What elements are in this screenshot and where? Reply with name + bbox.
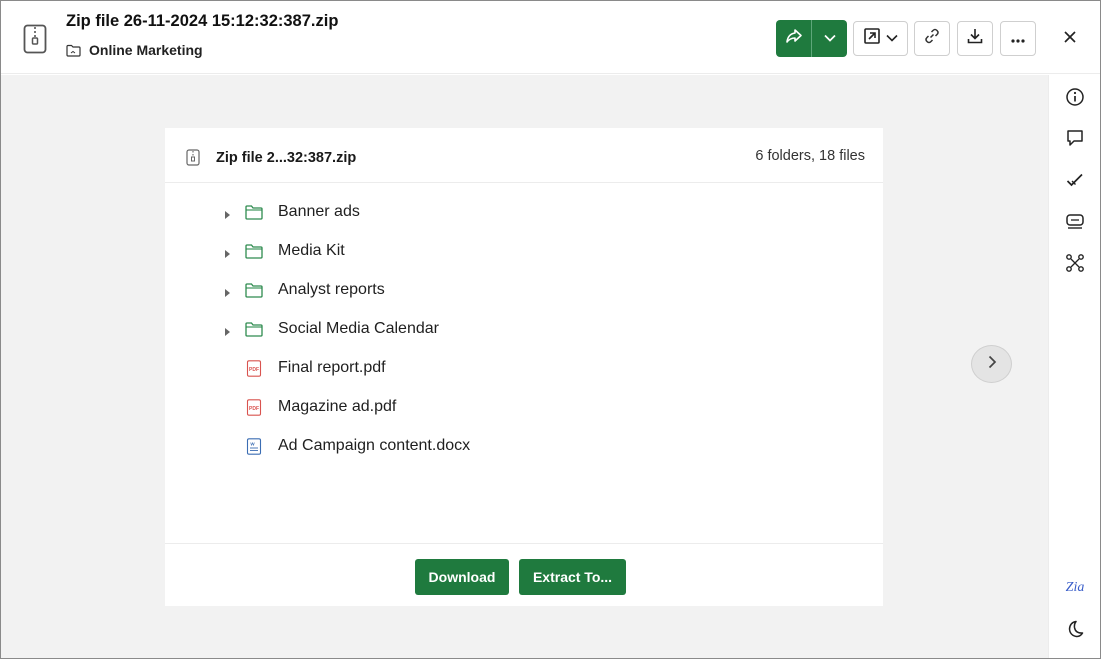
comments-button[interactable] <box>1065 128 1085 153</box>
folder-icon <box>245 204 263 221</box>
dark-mode-icon <box>1065 619 1085 644</box>
download-header-button[interactable] <box>957 21 993 56</box>
checkmark-icon <box>1065 170 1085 195</box>
share-button-group <box>776 20 847 57</box>
right-sidebar: Zia <box>1048 75 1100 658</box>
preview-area: Zip file 2...32:387.zip 6 folders, 18 fi… <box>1 75 1048 658</box>
dark-mode-toggle[interactable] <box>1065 619 1085 644</box>
comment-icon <box>1065 128 1085 153</box>
pdf-file-icon: PDF <box>245 360 263 377</box>
expand-caret-icon[interactable] <box>222 285 232 297</box>
folder-icon <box>245 282 263 299</box>
tree-item-label: Social Media Calendar <box>278 320 439 337</box>
link-icon <box>923 27 941 50</box>
workflow-icon <box>1065 253 1085 278</box>
folder-file-count: 6 folders, 18 files <box>755 148 865 164</box>
svg-text:PDF: PDF <box>249 367 259 373</box>
tree-item-label: Banner ads <box>278 203 360 220</box>
share-icon <box>785 28 803 49</box>
more-options-button[interactable] <box>1000 21 1036 56</box>
close-button[interactable] <box>1058 27 1082 51</box>
next-file-button[interactable] <box>971 345 1012 383</box>
tree-item-media-kit[interactable]: Media Kit <box>165 232 883 271</box>
extract-to-button[interactable]: Extract To... <box>519 559 626 595</box>
download-button[interactable]: Download <box>415 559 509 595</box>
tree-item-label: Media Kit <box>278 242 345 259</box>
tree-item-magazine-ad[interactable]: PDF Magazine ad.pdf <box>165 388 883 427</box>
zip-file-icon <box>23 24 47 54</box>
tasks-button[interactable] <box>1065 172 1085 192</box>
svg-text:PDF: PDF <box>249 406 259 412</box>
share-options-button[interactable] <box>812 20 847 57</box>
tree-item-label: Analyst reports <box>278 281 385 298</box>
tree-item-analyst-reports[interactable]: Analyst reports <box>165 271 883 310</box>
close-icon <box>1063 30 1077 49</box>
tree-item-label: Final report.pdf <box>278 359 386 376</box>
expand-caret-icon[interactable] <box>222 324 232 336</box>
card-header: Zip file 2...32:387.zip 6 folders, 18 fi… <box>165 128 883 183</box>
tag-icon <box>1065 211 1085 236</box>
zia-label: Zia <box>1066 580 1085 595</box>
tree-item-banner-ads[interactable]: Banner ads <box>165 193 883 232</box>
expand-caret-icon[interactable] <box>222 207 232 219</box>
expand-caret-icon[interactable] <box>222 246 232 258</box>
labels-button[interactable] <box>1065 213 1085 233</box>
breadcrumb[interactable]: Online Marketing <box>66 42 203 58</box>
zip-preview-card: Zip file 2...32:387.zip 6 folders, 18 fi… <box>165 128 883 606</box>
file-title: Zip file 26-11-2024 15:12:32:387.zip <box>66 12 339 30</box>
workflow-button[interactable] <box>1065 253 1085 278</box>
card-title: Zip file 2...32:387.zip <box>216 150 357 166</box>
open-in-app-icon <box>863 27 881 50</box>
folder-icon <box>245 321 263 338</box>
copy-link-button[interactable] <box>914 21 950 56</box>
zia-icon: Zia <box>1063 577 1087 600</box>
preview-header: Zip file 26-11-2024 15:12:32:387.zip Onl… <box>1 1 1100 74</box>
share-button[interactable] <box>776 20 811 57</box>
tree-item-ad-campaign-content[interactable]: W Ad Campaign content.docx <box>165 427 883 466</box>
chevron-down-icon <box>885 30 899 48</box>
folder-icon <box>66 44 81 57</box>
more-icon <box>1010 30 1026 48</box>
tree-item-label: Magazine ad.pdf <box>278 398 397 415</box>
tree-item-label: Ad Campaign content.docx <box>278 437 471 454</box>
chevron-right-icon <box>987 355 997 374</box>
tree-item-social-media-calendar[interactable]: Social Media Calendar <box>165 310 883 349</box>
open-in-button[interactable] <box>853 21 908 56</box>
file-preview-window: Zip file 26-11-2024 15:12:32:387.zip Onl… <box>0 0 1101 659</box>
zia-button[interactable]: Zia <box>1063 578 1087 598</box>
pdf-file-icon: PDF <box>245 399 263 416</box>
chevron-down-icon <box>823 30 837 48</box>
card-footer: Download Extract To... <box>165 543 883 606</box>
info-icon <box>1065 87 1085 112</box>
download-icon <box>966 27 984 50</box>
docx-file-icon: W <box>245 438 263 455</box>
folder-icon <box>245 243 263 260</box>
zip-file-icon <box>186 149 200 166</box>
info-button[interactable] <box>1065 87 1085 112</box>
folder-name: Online Marketing <box>89 42 203 58</box>
tree-item-final-report[interactable]: PDF Final report.pdf <box>165 349 883 388</box>
